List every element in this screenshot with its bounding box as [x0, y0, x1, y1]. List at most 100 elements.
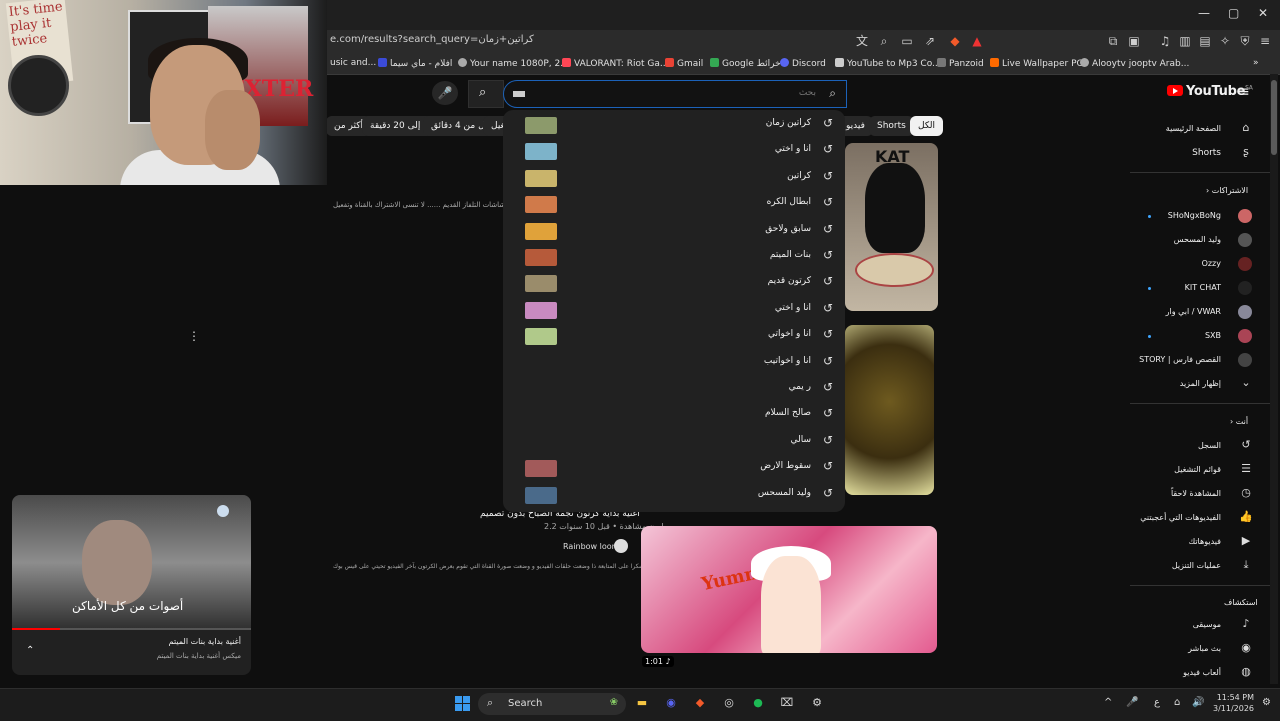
language-indicator[interactable]: ع [1154, 697, 1160, 708]
suggestion-item[interactable]: وليد المسحس ↺ [503, 482, 845, 508]
suggestion-item[interactable]: كرتون قديم ↺ [503, 270, 845, 296]
show-more-button[interactable]: إظهار المزيد [1180, 379, 1221, 388]
suggestion-item[interactable]: سابق ولاحق ↺ [503, 218, 845, 244]
subscription-item[interactable]: KIT CHAT [1185, 283, 1221, 292]
app-icon[interactable]: ⚙ [808, 694, 826, 712]
bookmark-item[interactable]: Your name 1080P, 2... [458, 58, 569, 69]
sidebar-item-downloads[interactable]: عمليات التنزيل [1172, 561, 1221, 570]
chip-all[interactable]: الكل [910, 116, 944, 136]
obs-icon[interactable]: ◎ [720, 694, 738, 712]
sidebar-item-shorts[interactable]: Shorts [1192, 148, 1221, 158]
file-explorer-icon[interactable]: ▬ [633, 694, 651, 712]
settings-icon[interactable]: ⚙ [1262, 697, 1271, 708]
discord-icon[interactable]: ◉ [662, 694, 680, 712]
bookmark-item[interactable]: usic and... [330, 58, 376, 68]
search-button[interactable]: ⌕ [468, 80, 504, 108]
scrollbar[interactable] [1270, 74, 1278, 684]
vpn-icon[interactable]: ⛨ [1238, 34, 1252, 48]
sidebar-item-watch-later[interactable]: المشاهدة لاحقاً [1171, 489, 1221, 498]
suggestion-item[interactable]: سالي ↺ [503, 429, 845, 455]
bookmark-item[interactable]: Discord [780, 58, 826, 69]
share-icon[interactable]: ⇗ [923, 34, 937, 48]
video-thumbnail[interactable]: KAT [845, 143, 938, 311]
suggestion-item[interactable]: ر يمي ↺ [503, 376, 845, 402]
brave-shield-icon[interactable]: ◆ [948, 34, 962, 48]
taskbar-search[interactable]: ⌕ Search ❀ [478, 693, 626, 715]
sidebar-item-liked[interactable]: الفيديوهات التي أعجبتني [1140, 513, 1221, 522]
progress-bar[interactable] [12, 628, 251, 630]
bookmark-item[interactable]: افلام - ماي سيما [378, 58, 452, 69]
bookmark-item[interactable]: Gmail [665, 58, 703, 69]
bookmark-item[interactable]: Panzoid [937, 58, 984, 69]
sidebar-icon[interactable]: ▥ [1178, 34, 1192, 48]
maximize-icon[interactable]: ▢ [1228, 6, 1239, 20]
sidebar-item-live[interactable]: بث مباشر [1188, 644, 1221, 653]
bookmark-item[interactable]: Live Wallpaper PC [990, 58, 1083, 69]
wallet-icon[interactable]: ▤ [1198, 34, 1212, 48]
sidebar-item-your-videos[interactable]: فيديوهاتك [1189, 537, 1221, 546]
capcut-icon[interactable]: ⌧ [778, 694, 796, 712]
sidebar-item-gaming[interactable]: ألعاب فيديو [1183, 668, 1221, 677]
miniplayer-title[interactable]: أغنية بداية بنات الميتم [169, 637, 241, 646]
close-icon[interactable]: ✕ [1258, 6, 1268, 20]
cast-icon[interactable]: ▭ [900, 34, 914, 48]
bookmark-item[interactable]: Google خرائط [710, 58, 781, 69]
suggestion-item[interactable]: سقوط الارض ↺ [503, 455, 845, 481]
menu-icon[interactable]: ≡ [1258, 34, 1272, 48]
subscription-item[interactable]: STORY | القصص فارس [1139, 355, 1221, 364]
suggestion-item[interactable]: صالح السلام ↺ [503, 402, 845, 428]
extensions-icon[interactable]: ⧉ [1106, 34, 1120, 48]
sidebar-item-home[interactable]: الصفحة الرئيسية [1166, 124, 1221, 133]
video-thumbnail[interactable] [845, 325, 934, 495]
translate-icon[interactable]: 文 [855, 34, 869, 48]
suggestion-item[interactable]: ابطال الكره ↺ [503, 191, 845, 217]
tray-overflow-icon[interactable]: ^ [1104, 697, 1112, 708]
you-header[interactable]: › أنت [1230, 417, 1248, 426]
clock[interactable]: 11:54 PM 3/11/2026 [1213, 692, 1254, 714]
video-thumbnail[interactable]: Yummy! [641, 526, 937, 653]
expand-icon[interactable]: ⌃ [26, 645, 34, 656]
miniplayer[interactable]: أصوات من كل الأماكن أغنية بداية بنات الم… [12, 495, 251, 675]
spotify-icon[interactable]: ● [749, 694, 767, 712]
suggestion-item[interactable]: كراتين ↺ [503, 165, 845, 191]
subscription-item[interactable]: SXB [1205, 331, 1221, 340]
subscription-item[interactable]: وليد المسحس [1174, 235, 1221, 244]
bookmark-item[interactable]: Alooytv jooptv Arab... [1080, 58, 1189, 69]
chip-shorts[interactable]: Shorts [869, 116, 914, 136]
search-input[interactable]: بحث ⌕ [503, 80, 847, 108]
miniplayer-video[interactable]: أصوات من كل الأماكن [12, 495, 251, 630]
sidebar-item-history[interactable]: السجل [1198, 441, 1221, 450]
suggestion-item[interactable]: انا و اخواتي ↺ [503, 323, 845, 349]
url-text[interactable]: e.com/results?search_query=كراتين+زمان [330, 34, 534, 45]
brave-rewards-icon[interactable]: ▲ [970, 34, 984, 48]
suggestion-item[interactable]: انا و اختي ↺ [503, 297, 845, 323]
bookmark-item[interactable]: VALORANT: Riot Ga... [562, 58, 668, 69]
guide-menu-icon[interactable]: ≡ [1238, 84, 1250, 100]
ai-icon[interactable]: ✧ [1218, 34, 1232, 48]
suggestion-item[interactable]: كراتين زمان ↺ [503, 112, 845, 138]
network-icon[interactable]: ⌂ [1174, 697, 1180, 708]
more-bookmarks-icon[interactable]: » [1253, 58, 1259, 68]
subscriptions-header[interactable]: › الاشتراكات [1206, 186, 1248, 195]
windows-start-icon[interactable] [455, 696, 470, 711]
brave-icon[interactable]: ◆ [691, 694, 709, 712]
mic-icon[interactable]: 🎤 [1126, 697, 1138, 708]
suggestion-item[interactable]: انا و اختي ↺ [503, 138, 845, 164]
sidebar-item-playlists[interactable]: قوائم التشغيل [1174, 465, 1221, 474]
tab-icon[interactable]: ▣ [1127, 34, 1141, 48]
voice-search-icon[interactable]: 🎤 [432, 81, 458, 105]
subscription-item[interactable]: ابي وار / VWAR [1166, 307, 1221, 316]
subscription-item[interactable]: SHoNgxBoNg [1168, 211, 1221, 220]
suggestion-item[interactable]: انا و اخواتيب ↺ [503, 350, 845, 376]
subscription-item[interactable]: Ozzy [1202, 259, 1221, 268]
sidebar-item-music[interactable]: موسيقى [1193, 620, 1221, 629]
zoom-icon[interactable]: ⌕ [877, 34, 891, 48]
more-actions-icon[interactable]: ⋮ [188, 329, 200, 343]
channel-avatar[interactable] [614, 539, 628, 553]
suggestion-item[interactable]: بنات الميتم ↺ [503, 244, 845, 270]
speaker-icon[interactable]: 🔊 [1192, 697, 1204, 708]
music-icon[interactable]: ♫ [1158, 34, 1172, 48]
channel-name[interactable]: Rainbow loom [563, 542, 619, 551]
bookmark-item[interactable]: YouTube to Mp3 Co... [835, 58, 941, 69]
minimize-icon[interactable]: — [1198, 6, 1210, 20]
